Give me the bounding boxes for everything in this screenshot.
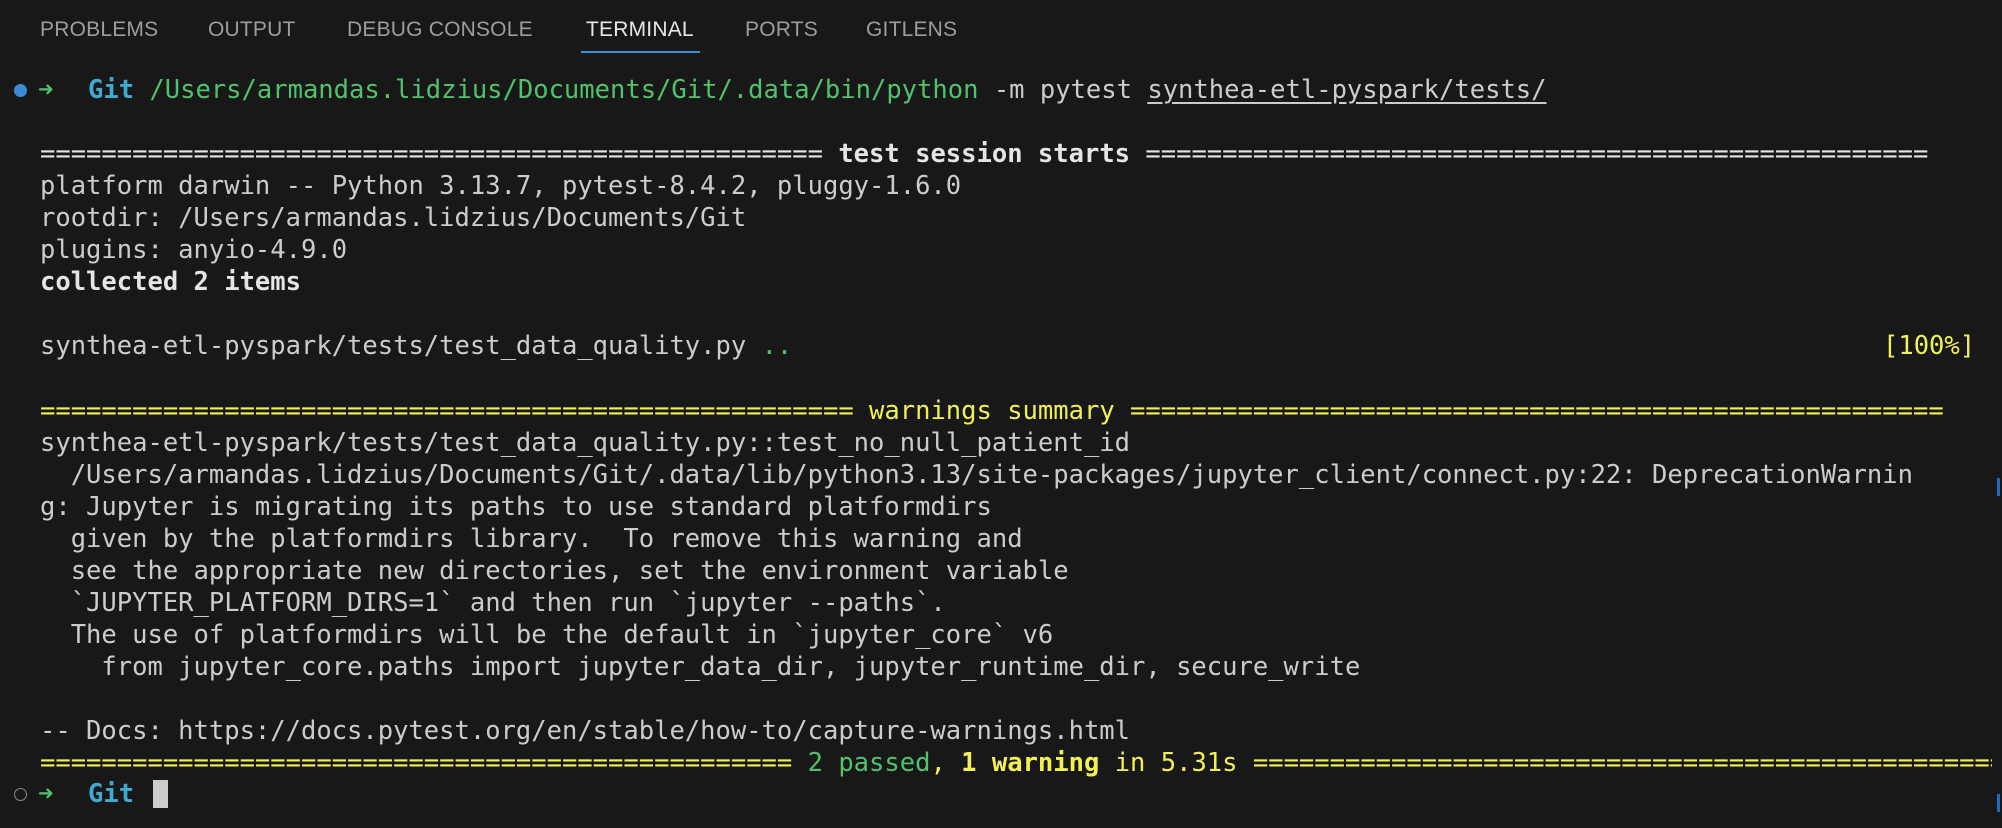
platform-line: platform darwin -- Python 3.13.7, pytest…: [40, 171, 962, 201]
prompt-status-dot-icon: [14, 788, 27, 801]
warning-test-id: synthea-etl-pyspark/tests/test_data_qual…: [40, 428, 1131, 458]
warnings-header-left-rule: ========================================…: [40, 396, 870, 426]
command-line: Git /Users/armandas.lidzius/Documents/Gi…: [88, 74, 1547, 106]
session-header: ========================================…: [40, 138, 1992, 170]
tab-terminal[interactable]: TERMINAL: [586, 18, 694, 42]
tab-gitlens[interactable]: GITLENS: [866, 18, 957, 42]
tab-output[interactable]: OUTPUT: [208, 18, 296, 42]
tab-debug-console[interactable]: DEBUG CONSOLE: [347, 18, 533, 42]
prompt-arrow-icon: ➜: [38, 779, 54, 809]
summary-separator: ,: [930, 748, 962, 778]
test-result-dots: ..: [761, 331, 793, 361]
warning-line-2: g: Jupyter is migrating its paths to use…: [40, 492, 992, 522]
warning-line-6: The use of platformdirs will be the defa…: [40, 620, 1054, 650]
plugins-line: plugins: anyio-4.9.0: [40, 235, 348, 265]
summary-right-rule: ========================================…: [1237, 748, 1992, 778]
summary-left-rule: ========================================…: [40, 748, 808, 778]
scrollbar-marker[interactable]: [1997, 478, 2000, 496]
rootdir-line: rootdir: /Users/armandas.lidzius/Documen…: [40, 203, 747, 233]
command-args: -m pytest: [993, 75, 1132, 105]
warning-line-5: `JUPYTER_PLATFORM_DIRS=1` and then run `…: [40, 588, 946, 618]
test-progress-percent: [100%]: [1883, 331, 1976, 361]
panel-tab-bar: PROBLEMS OUTPUT DEBUG CONSOLE TERMINAL P…: [0, 0, 2002, 60]
summary-warning: 1 warning: [961, 748, 1100, 778]
summary-passed: 2 passed: [807, 748, 931, 778]
warnings-header-right-rule: ========================================…: [1114, 396, 1944, 426]
warnings-header: ========================================…: [40, 395, 1992, 427]
tab-ports[interactable]: PORTS: [745, 18, 818, 42]
docs-link-line[interactable]: -- Docs: https://docs.pytest.org/en/stab…: [40, 715, 1130, 747]
warnings-header-title: warnings summary: [869, 396, 1115, 426]
command-test-path-link[interactable]: synthea-etl-pyspark/tests/: [1147, 75, 1546, 105]
summary-time: in 5.31s: [1099, 748, 1238, 778]
warning-line-1: /Users/armandas.lidzius/Documents/Git/.d…: [40, 460, 1913, 490]
session-header-title: test session starts: [838, 139, 1131, 169]
terminal-output[interactable]: ➜ Git /Users/armandas.lidzius/Documents/…: [0, 60, 2002, 828]
tab-problems[interactable]: PROBLEMS: [40, 18, 158, 42]
session-header-right-rule: ========================================…: [1130, 139, 1929, 169]
command-python-path: /Users/armandas.lidzius/Documents/Git/.d…: [149, 75, 979, 105]
collected-line: collected 2 items: [40, 267, 301, 297]
result-summary: ========================================…: [40, 747, 1992, 779]
prompt-directory: Git: [88, 75, 135, 105]
prompt-status-dot-icon: [14, 84, 27, 97]
test-file-path: synthea-etl-pyspark/tests/test_data_qual…: [40, 331, 747, 361]
warning-line-4: see the appropriate new directories, set…: [40, 556, 1069, 586]
scrollbar-marker[interactable]: [1997, 794, 2000, 812]
session-header-left-rule: ========================================…: [40, 139, 839, 169]
prompt-directory: Git: [88, 779, 135, 809]
test-file-line: synthea-etl-pyspark/tests/test_data_qual…: [40, 330, 792, 362]
cursor-block-icon: [153, 780, 168, 808]
prompt-arrow-icon: ➜: [38, 75, 54, 105]
warning-line-7: from jupyter_core.paths import jupyter_d…: [40, 652, 1361, 682]
warning-line-3: given by the platformdirs library. To re…: [40, 524, 1023, 554]
active-tab-indicator: [581, 51, 700, 53]
